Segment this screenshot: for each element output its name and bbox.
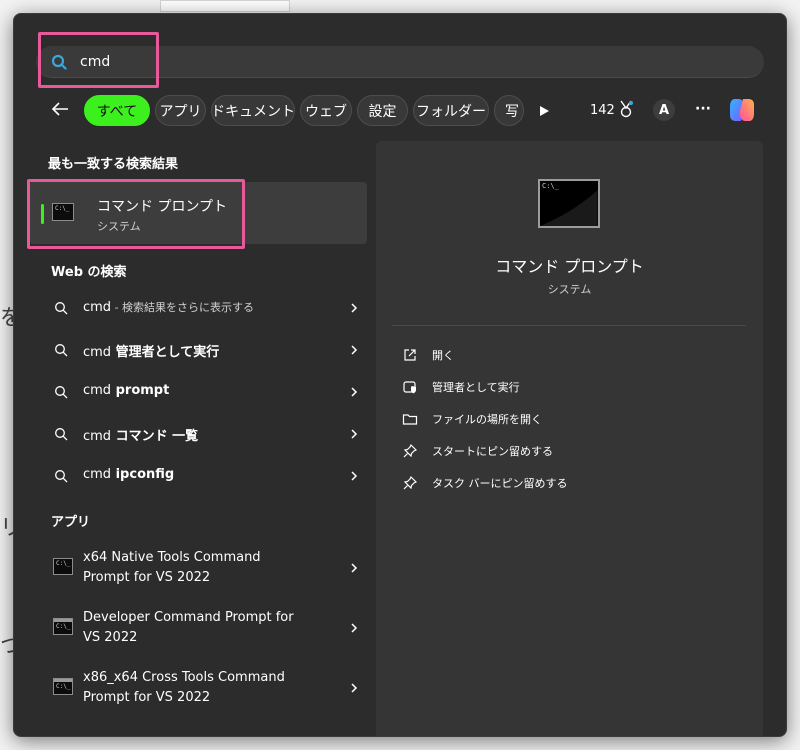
apps-heading: アプリ [51, 515, 91, 530]
web-result-row[interactable]: cmd prompt [29, 372, 367, 412]
app-name-line1: Developer Command Prompt for [83, 610, 294, 625]
action-run-as-admin[interactable]: 管理者として実行 [402, 375, 742, 399]
web-query: cmd [83, 383, 112, 398]
open-external-icon [404, 349, 416, 361]
web-suffix: 管理者として実行 [111, 345, 220, 360]
chevron-right-icon [351, 345, 358, 355]
command-prompt-icon: C:\_ [53, 678, 73, 695]
web-result-text: cmd - 検索結果をさらに表示する [83, 299, 254, 315]
rewards-points: 142 [590, 103, 615, 118]
rewards-medal-icon[interactable] [617, 100, 635, 118]
app-name-line2: VS 2022 [83, 630, 138, 645]
web-result-text: cmd 管理者として実行 [83, 341, 219, 360]
play-more-filters-icon[interactable] [538, 105, 550, 117]
action-pin-to-taskbar[interactable]: タスク バーにピン留めする [402, 471, 742, 495]
pin-icon [403, 443, 418, 458]
web-result-row[interactable]: cmd コマンド 一覧 [29, 414, 367, 454]
chevron-right-icon [351, 429, 358, 439]
web-result-row[interactable]: cmd - 検索結果をさらに表示する [29, 288, 367, 328]
prompt-glyph: C:\_ [56, 560, 71, 567]
action-label: 開く [432, 349, 454, 362]
search-icon [55, 302, 68, 315]
chevron-right-icon [351, 471, 358, 481]
app-name-line1: x86_x64 Cross Tools Command [83, 670, 285, 685]
app-name: x64 Native Tools Command Prompt for VS 2… [83, 548, 333, 588]
title-bar [54, 679, 72, 682]
app-name-line2: Prompt for VS 2022 [83, 690, 211, 705]
pin-icon [403, 475, 418, 490]
action-open[interactable]: 開く [402, 343, 742, 367]
command-prompt-large-icon: C:\_ [538, 179, 600, 228]
account-avatar[interactable]: A [653, 99, 675, 121]
search-icon [55, 428, 68, 441]
start-search-window: すべて アプリ ドキュメント ウェブ 設定 フォルダー 写 142 A ··· … [13, 13, 787, 737]
copilot-icon[interactable] [727, 95, 757, 125]
filter-chip-folders[interactable]: フォルダー [413, 95, 489, 126]
chevron-right-icon [351, 623, 358, 633]
web-suffix: prompt [111, 383, 170, 398]
detail-panel: C:\_ コマンド プロンプト システム 開く 管理者として実行 ファイルの場所… [376, 141, 763, 736]
web-query: cmd [83, 429, 112, 444]
search-icon [55, 386, 68, 399]
action-label: 管理者として実行 [432, 381, 520, 394]
account-initial: A [658, 102, 670, 118]
divider [392, 325, 746, 326]
action-label: ファイルの場所を開く [432, 413, 542, 426]
action-label: タスク バーにピン留めする [432, 477, 568, 490]
action-pin-to-start[interactable]: スタートにピン留めする [402, 439, 742, 463]
web-result-text: cmd prompt [83, 383, 169, 398]
search-icon [55, 344, 68, 357]
command-prompt-icon: C:\_ [53, 558, 73, 575]
prompt-glyph: C:\_ [542, 182, 559, 190]
app-result-row[interactable]: C:\_ Developer Command Prompt for VS 202… [29, 599, 367, 657]
detail-title: コマンド プロンプト [495, 257, 644, 276]
search-highlight-box [38, 32, 159, 88]
action-label: スタートにピン留めする [432, 445, 553, 458]
filter-chip-all[interactable]: すべて [84, 95, 150, 126]
more-options-button[interactable]: ··· [695, 101, 711, 117]
filter-chip-settings[interactable]: 設定 [357, 95, 408, 126]
web-result-row[interactable]: cmd ipconfig [29, 456, 367, 496]
web-query: cmd [83, 345, 112, 360]
filter-chip-apps[interactable]: アプリ [155, 95, 206, 126]
web-suffix: ipconfig [111, 467, 175, 482]
title-bar [54, 619, 72, 622]
folder-icon [402, 414, 418, 425]
background-window-fragment [160, 0, 290, 12]
admin-shield-icon [403, 381, 416, 394]
web-suffix: コマンド 一覧 [111, 429, 199, 444]
chevron-right-icon [351, 387, 358, 397]
app-name-line1: x64 Native Tools Command [83, 550, 261, 565]
web-result-text: cmd ipconfig [83, 467, 174, 482]
detail-subtitle: システム [547, 283, 592, 296]
best-match-highlight-box [27, 179, 245, 249]
search-input[interactable] [80, 46, 680, 78]
command-prompt-icon: C:\_ [53, 618, 73, 635]
web-result-row[interactable]: cmd 管理者として実行 [29, 330, 367, 370]
filter-chip-documents[interactable]: ドキュメント [211, 95, 295, 126]
search-icon [55, 470, 68, 483]
prompt-glyph: C:\_ [56, 623, 71, 630]
app-name: Developer Command Prompt for VS 2022 [83, 608, 333, 648]
web-query: cmd [83, 300, 112, 315]
filter-chip-photos[interactable]: 写 [494, 95, 524, 126]
filter-chip-web[interactable]: ウェブ [300, 95, 352, 126]
best-match-heading: 最も一致する検索結果 [48, 157, 179, 172]
app-name: x86_x64 Cross Tools Command Prompt for V… [83, 668, 333, 708]
prompt-glyph: C:\_ [56, 683, 71, 690]
web-search-heading: Web の検索 [51, 265, 127, 280]
action-open-file-location[interactable]: ファイルの場所を開く [402, 407, 742, 431]
chevron-right-icon [351, 683, 358, 693]
app-result-row[interactable]: C:\_ x64 Native Tools Command Prompt for… [29, 539, 367, 597]
back-arrow-icon[interactable] [48, 97, 72, 121]
app-result-row[interactable]: C:\_ x86_x64 Cross Tools Command Prompt … [29, 659, 367, 717]
app-name-line2: Prompt for VS 2022 [83, 570, 211, 585]
chevron-right-icon [351, 563, 358, 573]
web-result-text: cmd コマンド 一覧 [83, 425, 198, 444]
chevron-right-icon [351, 303, 358, 313]
web-query: cmd [83, 467, 112, 482]
web-suffix: - 検索結果をさらに表示する [111, 301, 255, 314]
